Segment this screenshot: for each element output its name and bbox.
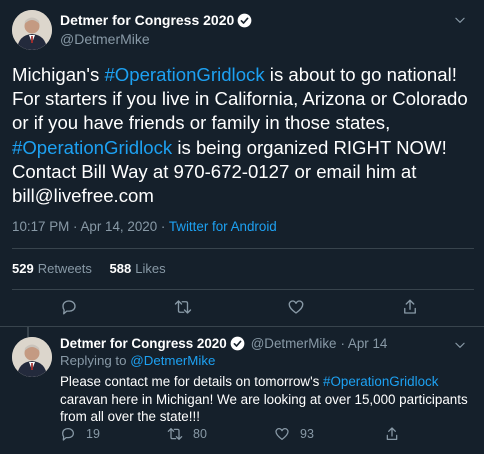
replying-to: Replying to @DetmerMike bbox=[60, 353, 216, 368]
tweet-date[interactable]: · Apr 14 bbox=[340, 336, 387, 351]
retweets-stat[interactable]: 529 Retweets bbox=[12, 261, 92, 276]
like-icon bbox=[274, 426, 290, 442]
hashtag-link[interactable]: #OperationGridlock bbox=[104, 64, 264, 85]
reply-text: Please contact me for details on tomorro… bbox=[60, 374, 468, 424]
retweet-icon[interactable] bbox=[174, 298, 192, 316]
like-action[interactable]: 93 bbox=[274, 426, 314, 442]
reply-action[interactable]: 19 bbox=[60, 426, 100, 442]
user-handle[interactable]: @DetmerMike bbox=[251, 336, 337, 351]
thread-line bbox=[27, 327, 29, 337]
verified-badge-icon bbox=[237, 13, 252, 28]
avatar[interactable] bbox=[12, 10, 52, 50]
divider bbox=[12, 289, 474, 290]
like-icon[interactable] bbox=[287, 298, 305, 316]
retweet-count: 80 bbox=[193, 427, 207, 441]
likes-stat[interactable]: 588 Likes bbox=[110, 261, 166, 276]
caret-down-icon[interactable] bbox=[453, 338, 467, 352]
reply-icon[interactable] bbox=[60, 298, 78, 316]
retweet-action[interactable]: 80 bbox=[167, 426, 207, 442]
tweet-stats: 529 Retweets 588 Likes bbox=[12, 261, 166, 276]
share-icon[interactable] bbox=[401, 298, 419, 316]
avatar[interactable] bbox=[12, 337, 52, 377]
reply-tweet[interactable]: Detmer for Congress 2020 @DetmerMike · A… bbox=[0, 327, 484, 454]
like-count: 93 bbox=[300, 427, 314, 441]
hashtag-link[interactable]: #OperationGridlock bbox=[12, 137, 172, 158]
source-link[interactable]: Twitter for Android bbox=[169, 219, 277, 234]
user-handle[interactable]: @DetmerMike bbox=[60, 31, 150, 47]
reply-icon bbox=[60, 426, 76, 442]
mention-link[interactable]: @DetmerMike bbox=[130, 353, 215, 368]
hashtag-link[interactable]: #OperationGridlock bbox=[323, 374, 438, 389]
retweet-icon bbox=[167, 426, 183, 442]
share-action[interactable] bbox=[384, 426, 410, 442]
reply-count: 19 bbox=[86, 427, 100, 441]
display-name[interactable]: Detmer for Congress 2020 bbox=[60, 12, 234, 28]
divider bbox=[12, 248, 474, 249]
timestamp[interactable]: 10:17 PM · Apr 14, 2020 bbox=[12, 219, 157, 234]
share-icon bbox=[384, 426, 400, 442]
tweet-meta: 10:17 PM · Apr 14, 2020 · Twitter for An… bbox=[12, 219, 277, 234]
verified-badge-icon bbox=[230, 336, 245, 351]
main-tweet: Detmer for Congress 2020 @DetmerMike Mic… bbox=[0, 0, 484, 327]
caret-down-icon[interactable] bbox=[453, 13, 467, 27]
display-name[interactable]: Detmer for Congress 2020 bbox=[60, 336, 227, 351]
tweet-text: Michigan's #OperationGridlock is about t… bbox=[12, 64, 468, 207]
